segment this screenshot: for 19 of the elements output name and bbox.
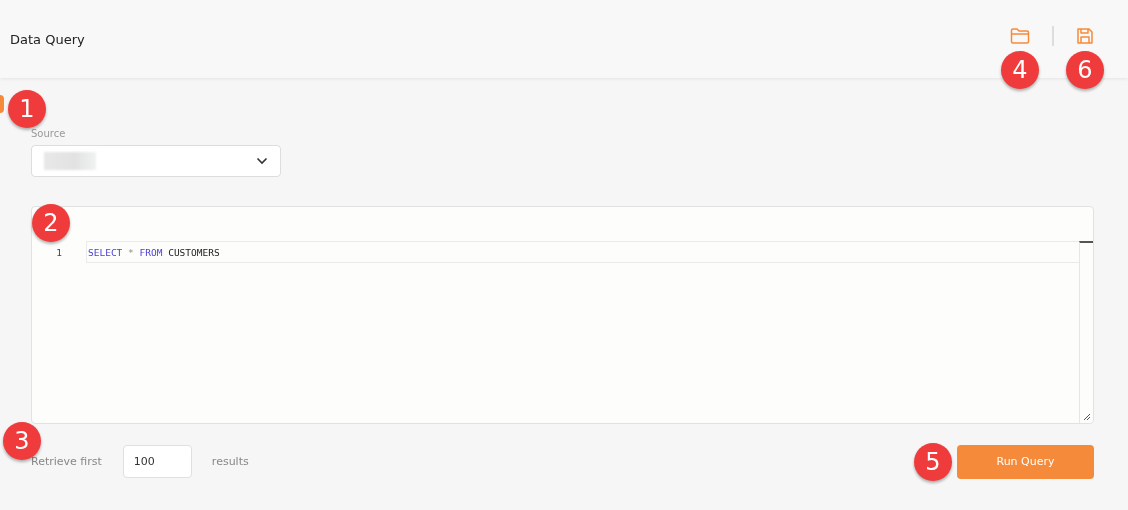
folder-icon[interactable]	[1010, 27, 1030, 45]
callout-badge: 4	[1001, 51, 1039, 89]
code-editor[interactable]: 2 1 SELECT * FROM CUSTOMERS	[31, 206, 1094, 424]
source-label: Source	[31, 128, 67, 139]
callout-badge: 1	[8, 90, 46, 128]
chevron-down-icon	[256, 157, 268, 165]
source-dropdown[interactable]	[31, 145, 281, 177]
callout-badge: 6	[1066, 51, 1104, 89]
callout-badge: 5	[914, 442, 952, 481]
page-title: Data Query	[10, 31, 85, 47]
code-line: SELECT * FROM CUSTOMERS	[88, 246, 220, 258]
save-icon[interactable]	[1076, 27, 1094, 45]
redacted-value-mark	[44, 152, 96, 170]
line-number: 1	[55, 246, 63, 258]
limit-field[interactable]: 100	[122, 445, 192, 478]
limit-suffix: results	[211, 455, 249, 468]
resize-grip-icon[interactable]	[1083, 413, 1091, 421]
callout-badge: 2	[32, 204, 70, 242]
scrollbar[interactable]	[1079, 241, 1093, 423]
